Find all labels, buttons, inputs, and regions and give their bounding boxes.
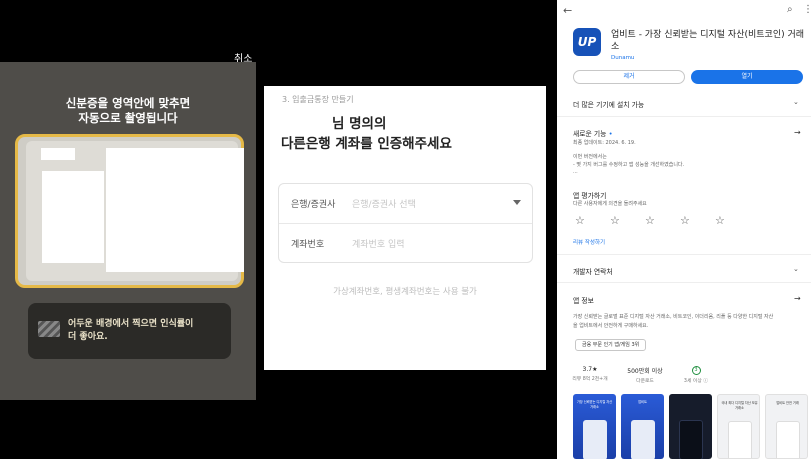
- tip-line-2: 더 좋아요.: [68, 332, 108, 342]
- downloads-value: 500만회 이상: [627, 368, 663, 375]
- new-dot-icon: •: [608, 130, 613, 138]
- category-rank-chip[interactable]: 금융 부문 인기 앱/게임 3위: [575, 339, 647, 351]
- phone-mockup: [679, 420, 703, 459]
- update-note-3: ...: [573, 169, 578, 175]
- id-card-preview: [26, 141, 244, 281]
- screenshot-collage: 취소 신분증을 영역안에 맞추면 자동으로 촬영됩니다 어두운 배경에서 찍으면…: [0, 0, 811, 459]
- more-options-icon[interactable]: ⋮: [803, 4, 811, 15]
- id-card-redacted-photo: [42, 171, 104, 263]
- id-camera-panel: 신분증을 영역안에 맞추면 자동으로 촬영됩니다 어두운 배경에서 찍으면 인식…: [0, 62, 256, 400]
- whats-new-label: 새로운 기능: [573, 130, 607, 138]
- back-arrow-icon[interactable]: ←: [563, 4, 572, 17]
- star-icon[interactable]: ☆: [610, 214, 645, 227]
- update-note-1: 이번 버전에서는: [573, 154, 607, 160]
- bank-placeholder: 은행/증권사 선택: [352, 200, 416, 210]
- divider: [557, 282, 811, 283]
- about-text-2: 을 업비트에서 안전하게 구매하세요.: [573, 323, 649, 329]
- update-note-2: - 몇 가지 버그를 수정하고 앱 성능을 개선하였습니다.: [573, 162, 685, 168]
- last-updated: 최종 업데이트: 2024. 6. 19.: [573, 140, 636, 146]
- id-card-redacted-header: [41, 148, 75, 160]
- instruction-line-1: 신분증을 영역안에 맞추면: [65, 96, 191, 110]
- developer-link[interactable]: Dunamu: [611, 55, 634, 61]
- search-icon[interactable]: ⌕: [787, 4, 793, 15]
- screenshot-caption: 업비트: [638, 400, 647, 404]
- screenshot-thumbnail[interactable]: 국내 최다 디지털 자산 보유 거래소: [717, 394, 760, 459]
- screenshot-thumbnail[interactable]: [669, 394, 712, 459]
- age-rating-stat: 3 3세 이상 ⓘ: [671, 366, 721, 384]
- id-card-redacted-text: [106, 148, 244, 272]
- screenshot-thumbnail[interactable]: 업비트 안전 거래: [765, 394, 808, 459]
- arrow-right-icon[interactable]: →: [794, 294, 801, 303]
- arrow-right-icon[interactable]: →: [794, 128, 801, 137]
- write-review-link[interactable]: 리뷰 작성하기: [573, 238, 605, 246]
- phone-mockup: [583, 420, 607, 459]
- account-restriction-note: 가상계좌번호, 평생계좌번호는 사용 불가: [333, 287, 477, 297]
- app-name: 업비트 - 가장 신뢰받는 디지털 자산(비트코인) 거래소: [611, 30, 805, 52]
- screenshot-caption: 국내 최다 디지털 자산 보유 거래소: [721, 401, 758, 410]
- screenshot-caption: 가장 신뢰받는 디지털 자산 거래소: [576, 400, 613, 409]
- phone-mockup: [776, 421, 800, 458]
- bank-account-form: 은행/증권사 은행/증권사 선택 계좌번호 계좌번호 입력: [278, 183, 533, 263]
- uninstall-button[interactable]: 제거: [573, 70, 685, 84]
- open-button[interactable]: 열기: [691, 70, 803, 84]
- phone-mockup: [631, 420, 655, 459]
- tip-text: 어두운 배경에서 찍으면 인식률이 더 좋아요.: [68, 318, 228, 344]
- star-icon[interactable]: ☆: [645, 214, 680, 227]
- phone-mockup: [728, 421, 752, 458]
- account-number-field[interactable]: 계좌번호 계좌번호 입력: [279, 224, 532, 264]
- rating-stars[interactable]: ☆ ☆ ☆ ☆ ☆: [575, 214, 750, 227]
- rate-app-heading: 앱 평가하기: [573, 192, 607, 200]
- rating-value: 3.7★: [582, 366, 598, 373]
- play-store-panel: ← ⌕ ⋮ UP 업비트 - 가장 신뢰받는 디지털 자산(비트코인) 거래소 …: [557, 0, 811, 459]
- chevron-down-icon: [513, 200, 521, 205]
- age-rating-icon: 3: [691, 366, 701, 375]
- account-label: 계좌번호: [291, 240, 325, 250]
- more-devices-section[interactable]: 더 많은 기기에 설치 가능: [573, 99, 644, 109]
- divider: [557, 254, 811, 255]
- downloads-stat: 500만회 이상 다운로드: [620, 366, 670, 384]
- chevron-down-icon[interactable]: ⌄: [793, 98, 799, 106]
- screenshot-caption: 업비트 안전 거래: [776, 401, 799, 405]
- bank-select[interactable]: 은행/증권사 은행/증권사 선택: [279, 184, 532, 224]
- star-icon[interactable]: ☆: [715, 214, 750, 227]
- account-holder-line: 님 명의의: [332, 116, 387, 132]
- rating-stat: 3.7★ 리뷰 8억 2천+개: [565, 366, 615, 382]
- screenshot-thumbnail[interactable]: 가장 신뢰받는 디지털 자산 거래소: [573, 394, 616, 459]
- about-app-heading[interactable]: 앱 정보: [573, 295, 594, 305]
- star-icon[interactable]: ☆: [575, 214, 610, 227]
- bank-label: 은행/증권사: [291, 200, 336, 210]
- downloads-label: 다운로드: [636, 379, 654, 384]
- rate-app-subtitle: 다른 사용자에게 의견을 들려주세요: [573, 201, 647, 207]
- age-rating-label: 3세 이상 ⓘ: [683, 379, 709, 384]
- rating-label: 리뷰 8억 2천+개: [572, 377, 608, 382]
- app-icon: UP: [573, 28, 601, 56]
- bank-verification-panel: 3. 입출금통장 만들기 님 명의의 다른은행 계좌를 인증해주세요 은행/증권…: [264, 86, 546, 370]
- whats-new-heading[interactable]: 새로운 기능 •: [573, 128, 613, 138]
- id-capture-frame: [15, 134, 244, 288]
- instruction-line-2: 자동으로 촬영됩니다: [78, 111, 178, 125]
- divider: [557, 116, 811, 117]
- chevron-down-icon[interactable]: ⌄: [793, 265, 799, 273]
- developer-contact-section[interactable]: 개발자 연락처: [573, 266, 613, 276]
- card-icon: [38, 321, 60, 337]
- step-label: 3. 입출금통장 만들기: [282, 95, 354, 104]
- screenshot-thumbnail[interactable]: 업비트: [621, 394, 664, 459]
- account-placeholder: 계좌번호 입력: [352, 240, 405, 250]
- lighting-tip-banner: 어두운 배경에서 찍으면 인식률이 더 좋아요.: [28, 303, 231, 359]
- capture-instruction: 신분증을 영역안에 맞추면 자동으로 촬영됩니다: [0, 96, 256, 126]
- page-title: 다른은행 계좌를 인증해주세요: [281, 136, 452, 152]
- about-text-1: 가장 신뢰받는 글로벌 표준 디지털 자산 거래소, 비트코인, 이더리움, 리…: [573, 314, 774, 320]
- star-icon[interactable]: ☆: [680, 214, 715, 227]
- tip-line-1: 어두운 배경에서 찍으면 인식률이: [68, 319, 194, 329]
